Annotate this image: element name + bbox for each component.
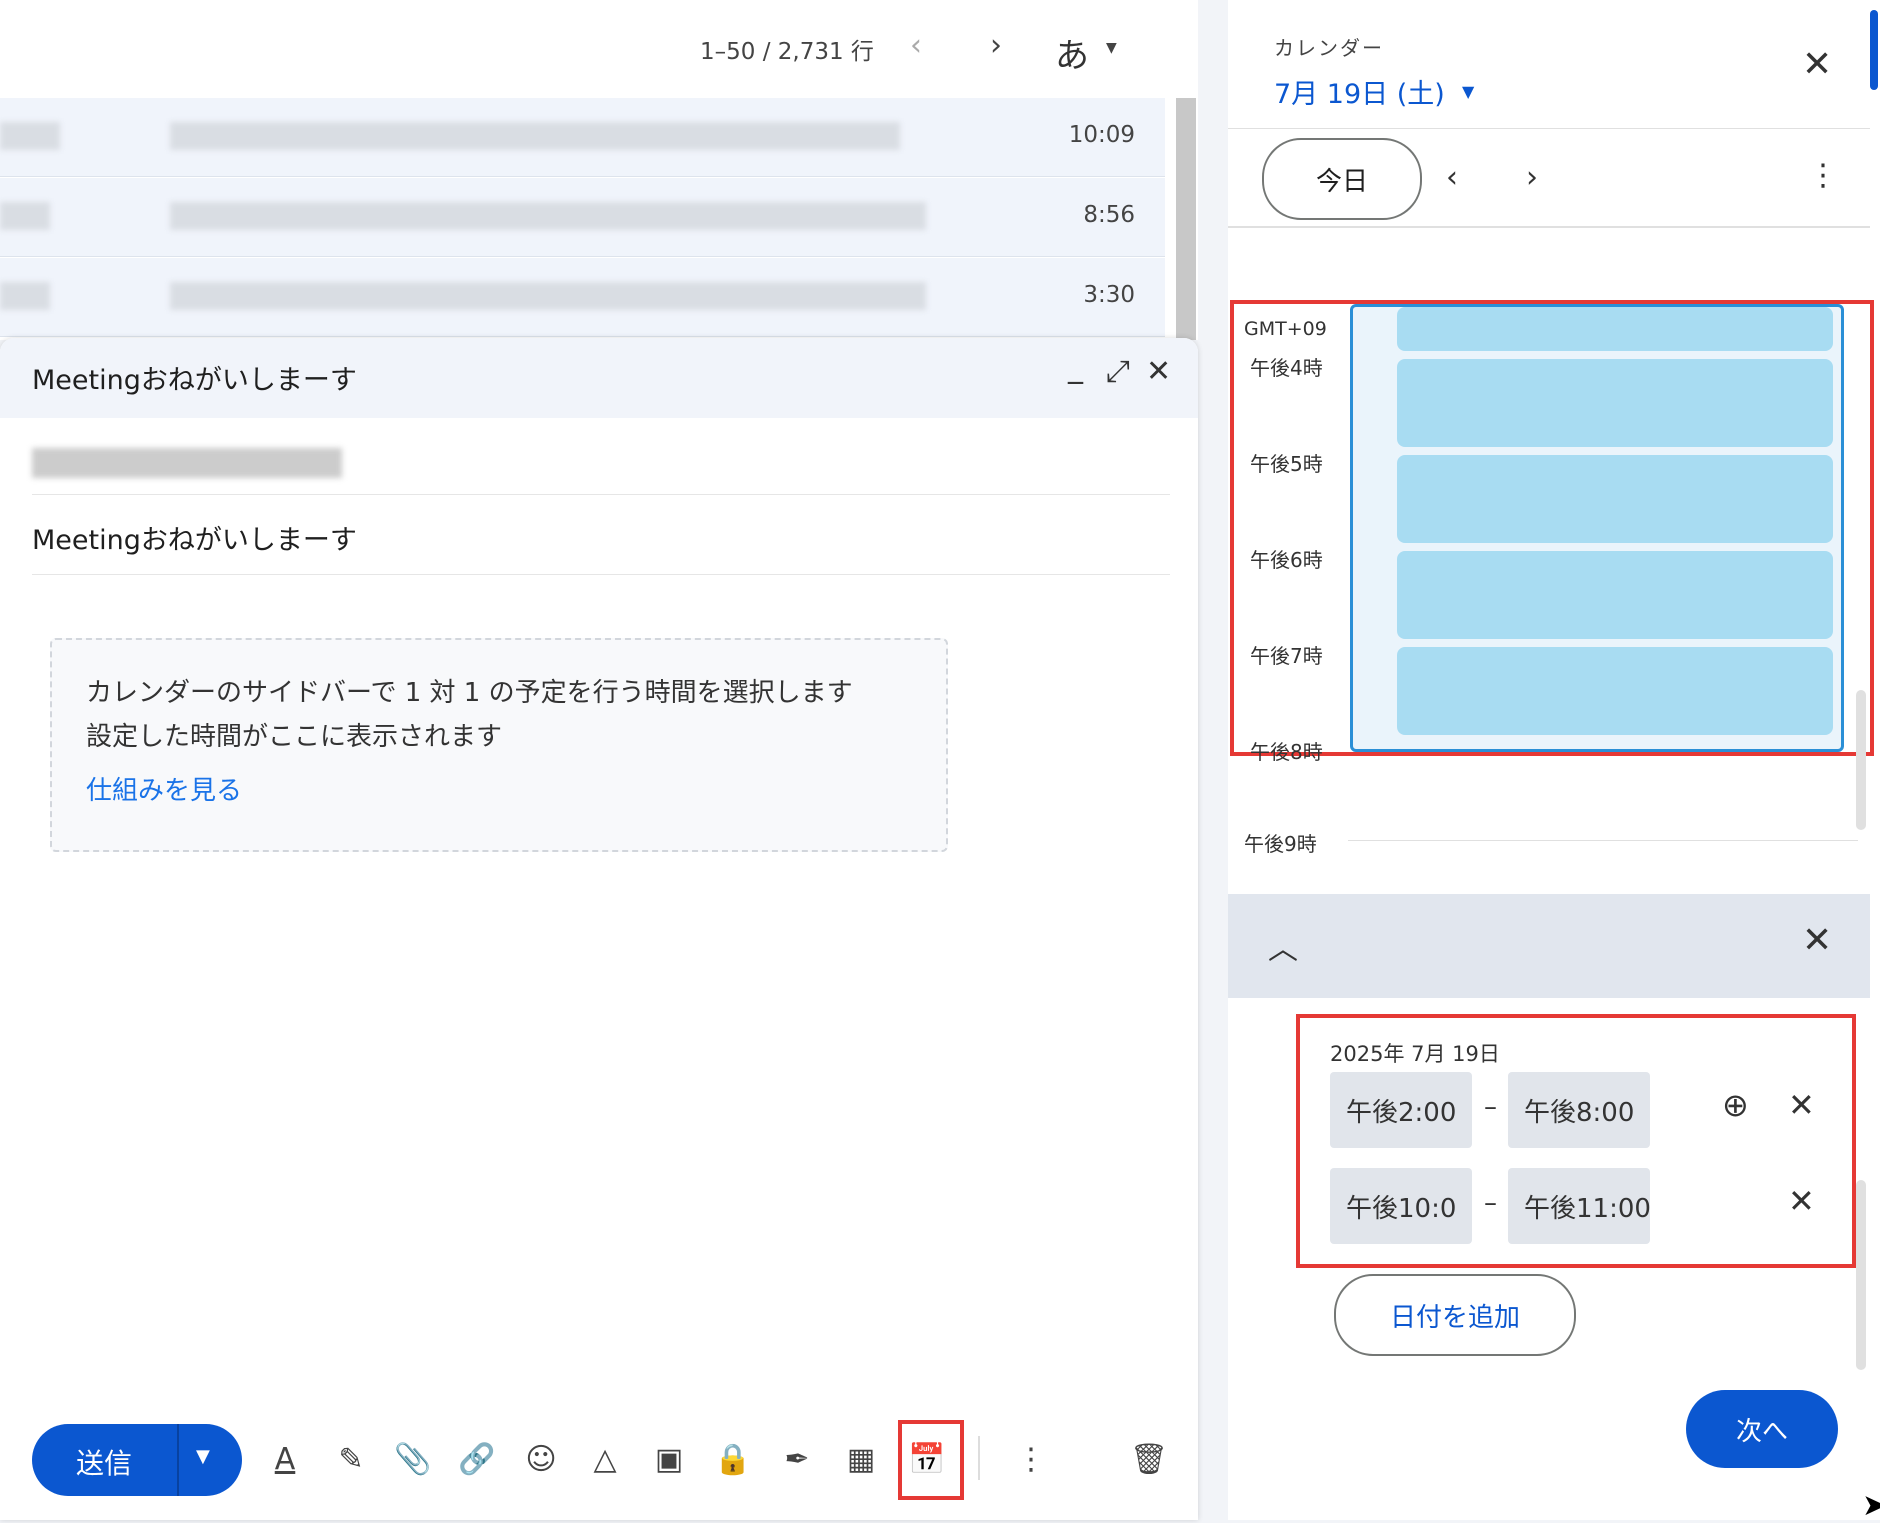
image-icon[interactable]: ▣ — [644, 1434, 694, 1484]
more-options-icon[interactable]: ⋮ — [1808, 158, 1838, 193]
layout-icon[interactable]: ▦ — [836, 1434, 886, 1484]
inbox-scrollbar[interactable] — [1176, 98, 1196, 340]
selected-times-highlight: 2025年 7月 19日 午後2:00 – 午後8:00 ⊕ ✕ 午後10:0 … — [1296, 1014, 1856, 1268]
help-me-write-icon[interactable]: ✎ — [326, 1434, 376, 1484]
chevron-up-icon[interactable]: ︿ — [1268, 924, 1298, 968]
panel-label: カレンダー — [1274, 36, 1384, 60]
schedule-placeholder: カレンダーのサイドバーで 1 対 1 の予定を行う時間を選択します 設定した時間… — [50, 638, 948, 852]
mail-row[interactable]: 10:09 — [0, 98, 1165, 177]
placeholder-text: カレンダーのサイドバーで 1 対 1 の予定を行う時間を選択します — [86, 678, 853, 708]
confidential-icon[interactable]: 🔒 — [708, 1434, 758, 1484]
send-label: 送信 — [76, 1447, 133, 1480]
remove-time-icon[interactable]: ✕ — [1788, 1182, 1815, 1220]
hour-label: 午後4時 — [1250, 356, 1323, 380]
trash-icon[interactable]: 🗑 — [1124, 1434, 1174, 1484]
placeholder-text: 設定した時間がここに表示されます — [86, 722, 503, 752]
next-page-icon[interactable]: › — [990, 28, 1002, 63]
selection-date: 2025年 7月 19日 — [1330, 1042, 1500, 1066]
calendar-highlight — [898, 1420, 964, 1500]
timezone-label: GMT+09 — [1244, 318, 1327, 340]
drive-icon[interactable]: △ — [580, 1434, 630, 1484]
hour-label: 午後8時 — [1250, 740, 1323, 764]
chevron-down-icon[interactable]: ▼ — [1106, 40, 1117, 56]
pagination-text: 1–50 / 2,731 行 — [700, 39, 874, 65]
compose-title: Meetingおねがいしまーす — [32, 365, 357, 396]
end-time-field[interactable]: 午後8:00 — [1508, 1072, 1650, 1148]
emoji-icon[interactable]: ☺ — [516, 1434, 566, 1484]
hour-label: 午後7時 — [1250, 644, 1323, 668]
link-icon[interactable]: 🔗 — [452, 1434, 502, 1484]
attach-icon[interactable]: 📎 — [388, 1434, 438, 1484]
remove-time-icon[interactable]: ✕ — [1788, 1086, 1815, 1124]
mail-time: 3:30 — [1083, 282, 1135, 308]
more-options-icon[interactable]: ⋮ — [1006, 1434, 1056, 1484]
selected-range[interactable] — [1350, 304, 1844, 752]
hour-label: 午後6時 — [1250, 548, 1323, 572]
next-day-icon[interactable]: › — [1526, 160, 1538, 195]
scrollbar[interactable] — [1856, 690, 1866, 830]
text-format-icon[interactable]: A — [260, 1434, 310, 1484]
chevron-down-icon[interactable]: ▼ — [1462, 82, 1474, 101]
time-slot[interactable] — [1397, 359, 1833, 447]
prev-page-icon[interactable]: ‹ — [910, 28, 922, 63]
send-button[interactable]: 送信 ▼ — [32, 1424, 242, 1496]
mail-time: 10:09 — [1068, 122, 1135, 148]
input-tools-button[interactable]: あ — [1055, 28, 1089, 77]
start-time-field[interactable]: 午後10:0 — [1330, 1168, 1472, 1244]
selection-header: ︿ ✕ — [1228, 894, 1870, 998]
expand-icon[interactable]: ⤢ — [1106, 354, 1130, 389]
time-slot[interactable] — [1397, 647, 1833, 735]
add-date-button[interactable]: 日付を追加 — [1334, 1274, 1576, 1356]
hour-label: 午後5時 — [1250, 452, 1323, 476]
mail-row[interactable]: 3:30 — [0, 258, 1165, 337]
close-icon[interactable]: ✕ — [1802, 920, 1832, 961]
time-grid-highlight: GMT+09 午後4時 午後5時 午後6時 午後7時 午後8時 — [1230, 300, 1874, 764]
send-options-icon[interactable]: ▼ — [196, 1446, 210, 1467]
calendar-panel: カレンダー 7月 19日 (土) ▼ ✕ 今日 ‹ › ⋮ GMT+09 午後4… — [1228, 0, 1880, 1520]
mail-time: 8:56 — [1083, 202, 1135, 228]
scrollbar[interactable] — [1870, 10, 1878, 90]
signature-icon[interactable]: ✒ — [772, 1434, 822, 1484]
compose-header[interactable]: Meetingおねがいしまーす _ ⤢ ✕ — [0, 338, 1198, 418]
today-button[interactable]: 今日 — [1262, 138, 1422, 220]
time-slot[interactable] — [1397, 551, 1833, 639]
next-button[interactable]: 次へ — [1686, 1390, 1838, 1468]
close-icon[interactable]: ✕ — [1802, 44, 1832, 85]
add-time-icon[interactable]: ⊕ — [1722, 1086, 1749, 1124]
compose-window: Meetingおねがいしまーす _ ⤢ ✕ Meetingおねがいしまーす カレ… — [0, 338, 1198, 1520]
start-time-field[interactable]: 午後2:00 — [1330, 1072, 1472, 1148]
recipient-field[interactable] — [32, 448, 342, 478]
mouse-cursor-icon: ➤ — [1862, 1488, 1880, 1523]
time-slot[interactable] — [1397, 307, 1833, 351]
close-icon[interactable]: ✕ — [1146, 354, 1171, 389]
end-time-field[interactable]: 午後11:00 — [1508, 1168, 1650, 1244]
mail-row[interactable]: 8:56 — [0, 178, 1165, 257]
date-selector[interactable]: 7月 19日 (土) — [1274, 72, 1445, 111]
hour-label: 午後9時 — [1244, 832, 1317, 856]
minimize-icon[interactable]: _ — [1068, 350, 1083, 385]
prev-day-icon[interactable]: ‹ — [1446, 160, 1458, 195]
scrollbar[interactable] — [1856, 1180, 1866, 1370]
learn-more-link[interactable]: 仕組みを見る — [86, 770, 242, 807]
time-slot[interactable] — [1397, 455, 1833, 543]
subject-field[interactable]: Meetingおねがいしまーす — [32, 518, 357, 557]
inbox-list: 1–50 / 2,731 行 ‹ › あ ▼ 10:09 8:56 3:30 — [0, 0, 1198, 340]
